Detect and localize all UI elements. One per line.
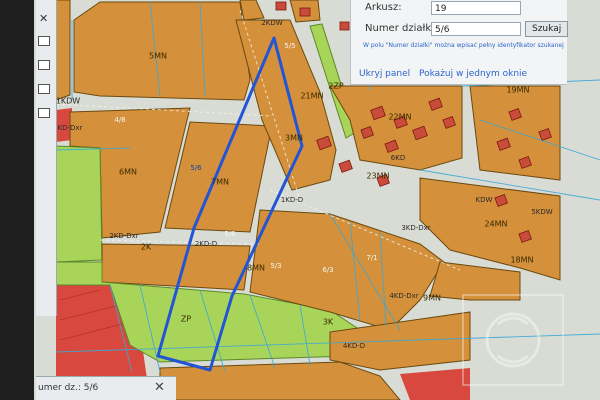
watermark-logo bbox=[462, 294, 564, 386]
map-label-8mn: 8MN bbox=[247, 263, 265, 273]
sheet-input[interactable]: 19 bbox=[431, 1, 521, 15]
screen-bezel-left bbox=[0, 0, 34, 400]
parcel-label-7-1: 7/1 bbox=[366, 254, 378, 262]
map-label-1kdw: 1KDW bbox=[55, 96, 81, 106]
parcel-number-input[interactable]: 5/6 bbox=[431, 22, 521, 36]
selected-parcel-tab[interactable]: umer dz.: 5/6 ✕ bbox=[36, 376, 176, 400]
map-label-18mn: 18MN bbox=[510, 255, 534, 265]
map-label-19mn: 19MN bbox=[506, 85, 530, 95]
map-label-3k: 3K bbox=[322, 317, 334, 327]
map-label-3mn: 3MN bbox=[285, 133, 303, 143]
map-label-2kdw: 2KDW bbox=[261, 19, 283, 27]
map-label-6mn: 6MN bbox=[119, 167, 137, 177]
layers-icon[interactable] bbox=[38, 60, 50, 70]
map-label-5mn: 5MN bbox=[149, 51, 167, 61]
map-label-22mn: 22MN bbox=[388, 112, 412, 122]
map-label-23mn: 23MN bbox=[366, 171, 390, 181]
map-label-9mn: 9MN bbox=[423, 293, 441, 303]
map-label-2kd-d: 2KD-D bbox=[194, 240, 218, 248]
gis-map-screen: 5MN 1KDW KD-Dxr 6MN 7MN 2KD-Dxr 2K 2KD-D… bbox=[0, 0, 600, 400]
close-icon[interactable]: ✕ bbox=[154, 380, 165, 395]
parcel-label-5-3: 5/3 bbox=[270, 262, 282, 270]
map-label-4kd-d: 4KD-D bbox=[342, 342, 366, 350]
map-label-24mn: 24MN bbox=[484, 219, 508, 229]
map-label-2kd-dxr: 2KD-Dxr bbox=[109, 232, 139, 240]
parcel-label-5-5: 5/5 bbox=[284, 42, 296, 50]
map-label-7mn: 7MN bbox=[211, 177, 229, 187]
sheet-label: Arkusz: bbox=[365, 2, 402, 13]
info-icon[interactable] bbox=[38, 108, 50, 118]
map-label-kd-dxr: KD-Dxr bbox=[57, 124, 83, 132]
print-icon[interactable] bbox=[38, 36, 50, 46]
measure-icon[interactable] bbox=[38, 84, 50, 94]
hide-panel-link[interactable]: Ukryj panel bbox=[359, 69, 410, 79]
map-label-2k: 2K bbox=[140, 242, 152, 252]
map-label-2zp: 2ZP bbox=[328, 81, 344, 91]
parcel-number-label: Numer działki: bbox=[365, 23, 438, 34]
map-label-21mn: 21MN bbox=[300, 91, 324, 101]
close-icon[interactable]: ✕ bbox=[39, 12, 48, 25]
parcel-search-panel: Arkusz: 19 Numer działki: 5/6 Szukaj W p… bbox=[350, 0, 569, 85]
tools-panel: ✕ bbox=[36, 0, 57, 316]
selected-parcel-label: umer dz.: 5/6 bbox=[38, 383, 99, 393]
show-in-one-window-link[interactable]: Pokażuj w jednym oknie bbox=[419, 69, 527, 79]
map-label-kdw: KDW bbox=[475, 196, 493, 204]
parcel-label-5-8: 5/8 bbox=[224, 230, 236, 238]
parcel-label-5-6: 5/6 bbox=[190, 164, 202, 172]
search-button[interactable]: Szukaj bbox=[525, 21, 569, 37]
map-label-zp: ZP bbox=[180, 314, 192, 324]
map-label-6kd: 6KD bbox=[390, 154, 406, 162]
map-label-5kdw: 5KDW bbox=[531, 208, 553, 216]
map-label-3kd-dxr: 3KD-Dxr bbox=[401, 224, 431, 232]
search-hint: W polu "Numer działki" można wpisać pełn… bbox=[363, 42, 564, 49]
map-label-4kd-dxr: 4KD-Dxr bbox=[389, 292, 419, 300]
parcel-label-4-8: 4/8 bbox=[114, 116, 126, 124]
map-label-1kd-d: 1KD-D bbox=[280, 196, 304, 204]
parcel-label-6-3: 6/3 bbox=[322, 266, 334, 274]
